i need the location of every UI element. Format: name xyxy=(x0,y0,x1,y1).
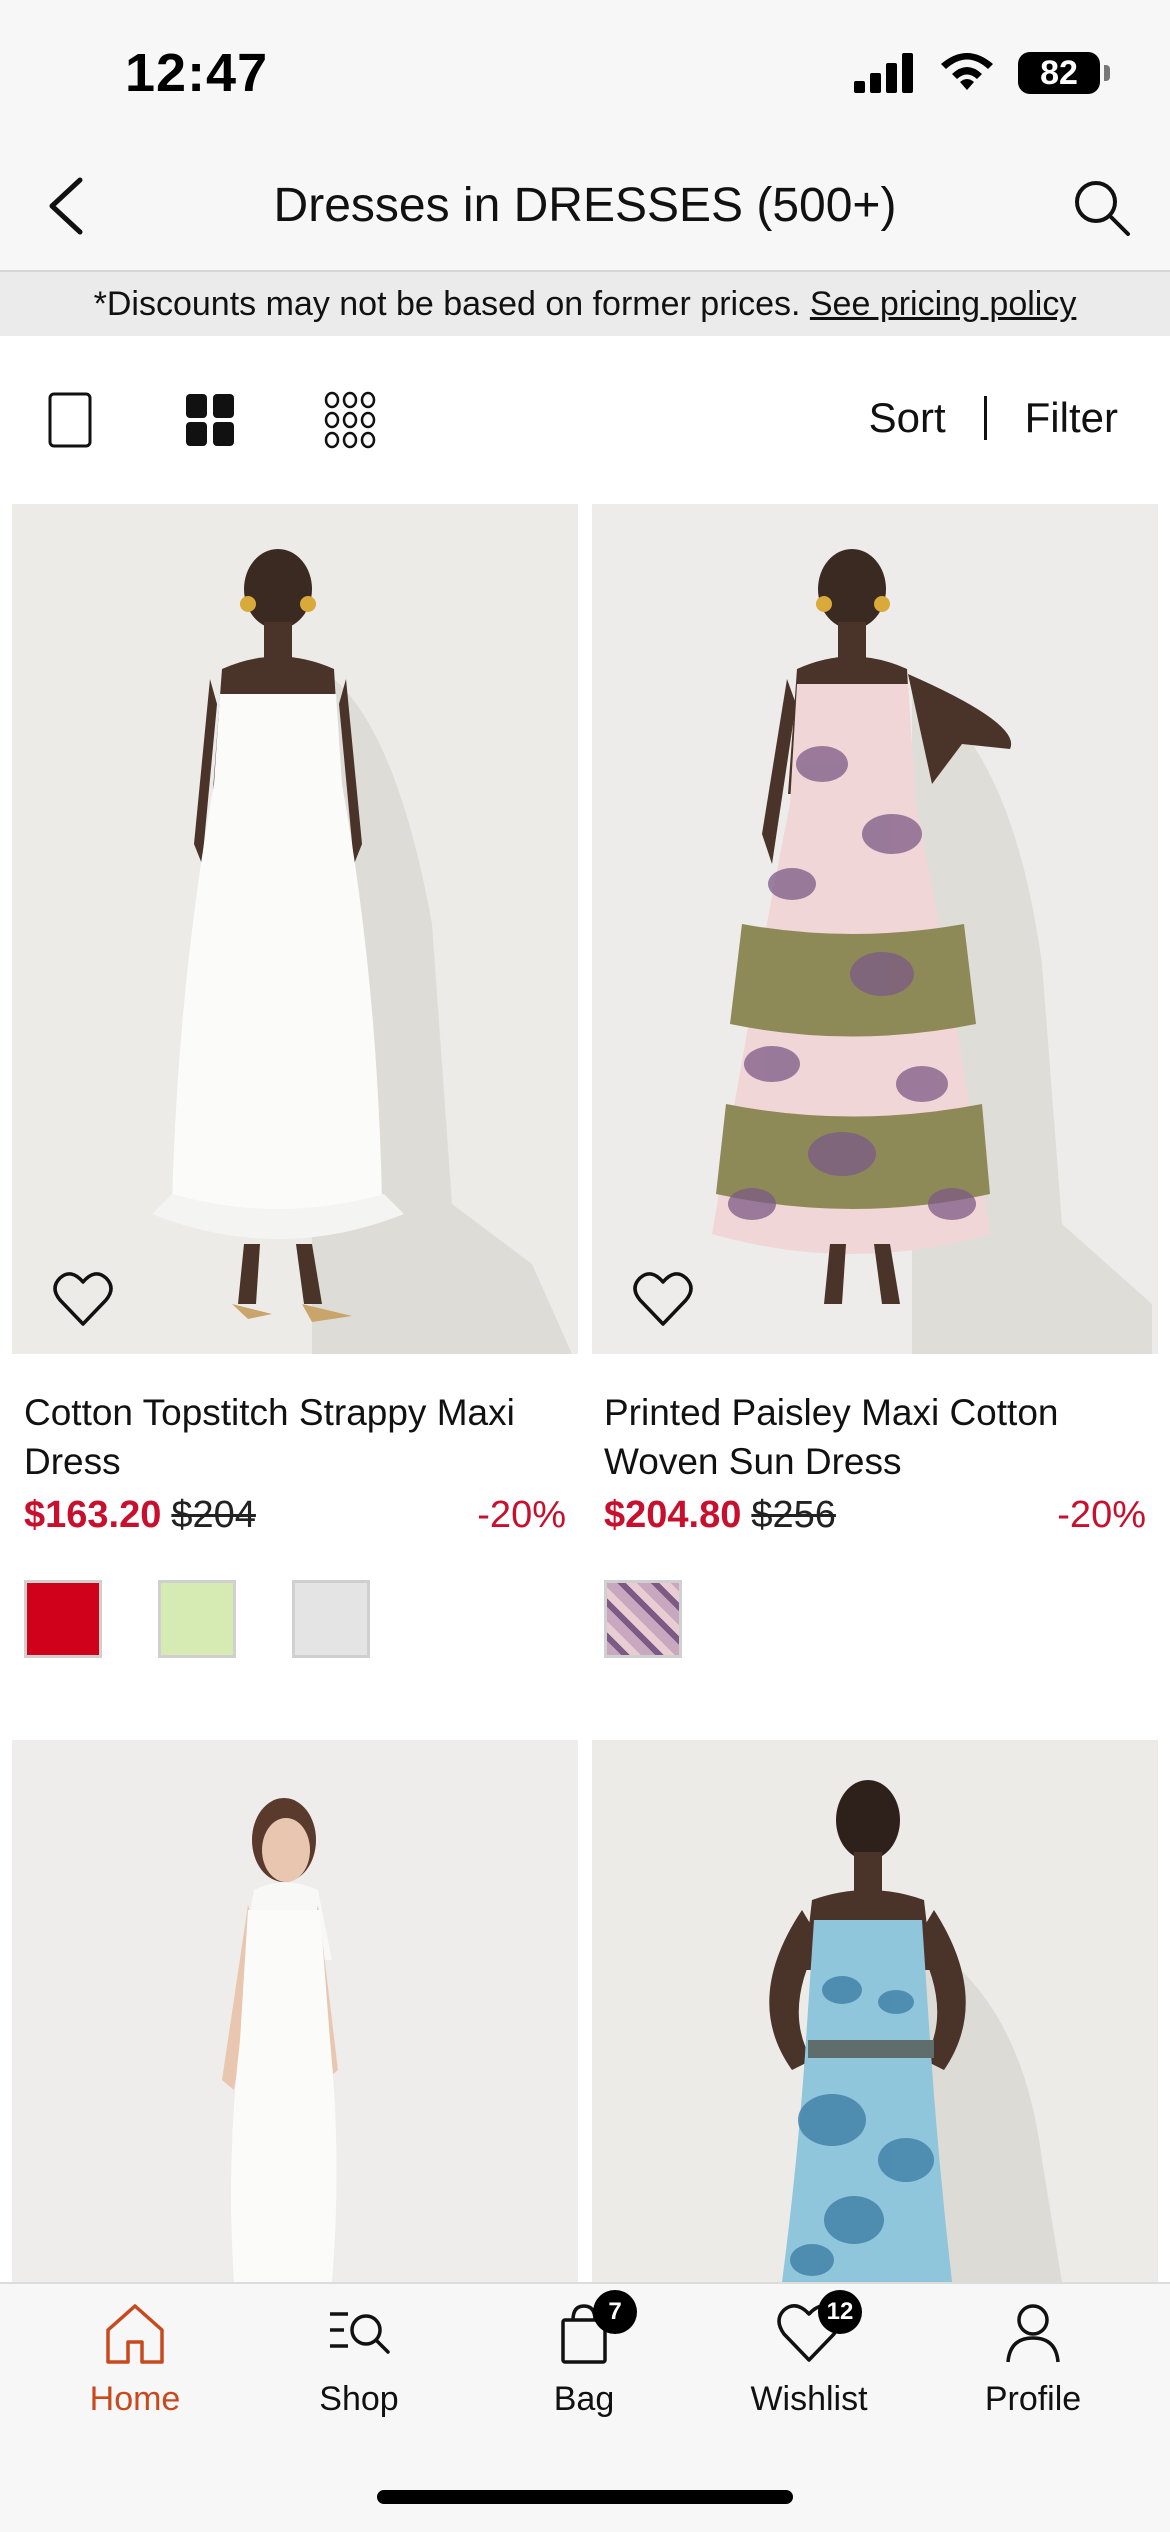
page-title: Dresses in DRESSES (500+) xyxy=(273,179,897,232)
product-name[interactable]: Printed Paisley Maxi Cotton Woven Sun Dr… xyxy=(604,1388,1144,1486)
product-image[interactable] xyxy=(592,504,1158,1354)
status-bar: 12:47 82 xyxy=(0,0,1170,140)
tab-home[interactable]: Home xyxy=(35,2300,235,2419)
status-icons: 82 xyxy=(854,52,1110,94)
bag-icon-wrapper: 7 xyxy=(549,2290,637,2366)
product-card[interactable]: Printed Paisley Maxi Cotton Woven Sun Dr… xyxy=(592,504,1158,1658)
sale-price: $163.20 xyxy=(24,1494,162,1536)
bag-count-badge: 7 xyxy=(593,2290,637,2334)
wishlist-heart-icon[interactable] xyxy=(52,1270,114,1328)
sort-button[interactable]: Sort xyxy=(869,394,946,442)
cellular-signal-icon xyxy=(854,53,913,93)
tab-shop[interactable]: Shop xyxy=(259,2300,459,2419)
product-card[interactable]: Cotton Topstitch Strappy Maxi Dress $163… xyxy=(12,504,578,1658)
color-swatches xyxy=(24,1580,370,1658)
tab-home-label: Home xyxy=(89,2380,181,2418)
product-name[interactable]: Cotton Topstitch Strappy Maxi Dress xyxy=(24,1388,564,1486)
shop-search-icon xyxy=(330,2312,390,2354)
sale-price: $204.80 xyxy=(604,1494,742,1536)
product-card[interactable] xyxy=(592,1740,1158,2282)
tab-wishlist[interactable]: 12 Wishlist xyxy=(709,2290,909,2419)
product-image[interactable] xyxy=(12,1740,578,2282)
listing-toolbar: Sort Filter xyxy=(0,336,1170,504)
two-column-view-icon[interactable] xyxy=(180,390,240,450)
discount-badge: -20% xyxy=(1057,1494,1146,1536)
wifi-icon xyxy=(941,53,993,90)
search-icon[interactable] xyxy=(1070,176,1132,238)
wishlist-icon-wrapper: 12 xyxy=(774,2290,862,2366)
product-price: $204.80 $256 xyxy=(604,1494,836,1537)
status-time: 12:47 xyxy=(125,43,269,103)
wishlist-heart-icon[interactable] xyxy=(632,1270,694,1328)
toolbar-divider xyxy=(983,396,987,440)
sort-filter-group: Sort Filter xyxy=(869,394,1118,442)
nav-header: Dresses in DRESSES (500+) xyxy=(0,140,1170,272)
battery-level: 82 xyxy=(1040,53,1078,92)
tab-bag[interactable]: 7 Bag xyxy=(484,2290,684,2419)
tab-wishlist-label: Wishlist xyxy=(750,2380,868,2418)
product-image[interactable] xyxy=(592,1740,1158,2282)
profile-icon xyxy=(1006,2304,1060,2363)
tab-shop-label: Shop xyxy=(319,2380,399,2418)
tab-bag-label: Bag xyxy=(553,2380,615,2418)
original-price: $204 xyxy=(171,1494,256,1536)
product-card[interactable] xyxy=(12,1740,578,2282)
home-icon xyxy=(106,2304,164,2364)
product-photo-white-halter-dress xyxy=(12,1740,578,2282)
product-photo-blue-print-dress xyxy=(592,1740,1158,2282)
original-price: $256 xyxy=(751,1494,836,1536)
color-swatches xyxy=(604,1580,682,1658)
pricing-policy-link[interactable]: See pricing policy xyxy=(810,285,1076,323)
product-price: $163.20 $204 xyxy=(24,1494,256,1537)
product-image[interactable] xyxy=(12,504,578,1354)
single-column-view-icon[interactable] xyxy=(40,390,100,450)
color-swatch[interactable] xyxy=(24,1580,102,1658)
three-column-view-icon[interactable] xyxy=(320,390,380,450)
filter-button[interactable]: Filter xyxy=(1025,394,1118,442)
color-swatch[interactable] xyxy=(158,1580,236,1658)
color-swatch[interactable] xyxy=(292,1580,370,1658)
product-photo-paisley-dress xyxy=(592,504,1158,1354)
battery-icon: 82 xyxy=(1018,52,1110,94)
wishlist-count-badge: 12 xyxy=(818,2290,862,2334)
pricing-disclaimer-text: *Discounts may not be based on former pr… xyxy=(93,285,801,323)
discount-badge: -20% xyxy=(477,1494,566,1536)
color-swatch[interactable] xyxy=(604,1580,682,1658)
tab-profile-label: Profile xyxy=(984,2380,1082,2418)
tab-profile[interactable]: Profile xyxy=(933,2300,1133,2419)
product-photo-white-dress xyxy=(12,504,578,1354)
home-indicator[interactable] xyxy=(377,2490,793,2504)
pricing-disclaimer-banner: *Discounts may not be based on former pr… xyxy=(0,272,1170,336)
